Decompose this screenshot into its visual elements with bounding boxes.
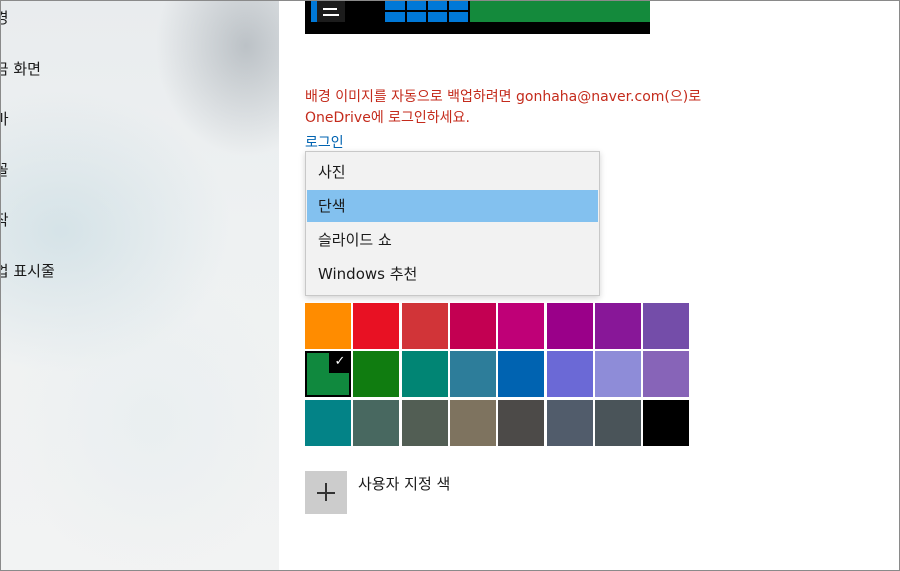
sidebar-item-label: 테마 — [1, 110, 9, 128]
color-swatch[interactable] — [498, 351, 545, 398]
background-preview — [305, 1, 650, 34]
color-swatch[interactable] — [643, 399, 690, 446]
color-swatch[interactable] — [449, 399, 496, 446]
color-swatch[interactable] — [401, 351, 448, 398]
background-type-dropdown: 사진 단색 슬라이드 쇼 Windows 추천 — [305, 151, 600, 296]
custom-color-button[interactable] — [305, 471, 347, 514]
sidebar-item-label: 시작 — [1, 211, 9, 229]
color-swatch[interactable] — [546, 351, 593, 398]
color-swatch[interactable] — [449, 351, 496, 398]
preview-accent-tile — [470, 1, 650, 22]
color-swatch[interactable] — [546, 399, 593, 446]
preview-tiles — [385, 1, 468, 22]
color-swatch[interactable] — [594, 303, 641, 349]
color-swatch[interactable] — [546, 303, 593, 349]
sidebar-item-lock-screen[interactable]: 잠금 화면 — [1, 58, 41, 79]
dropdown-option-windows-spotlight[interactable]: Windows 추천 — [307, 258, 598, 290]
onedrive-backup-warning: 배경 이미지를 자동으로 백업하려면 gonhaha@naver.com(으)로… — [305, 89, 702, 126]
sidebar-item-label: 글꼴 — [1, 161, 9, 179]
color-swatch[interactable] — [498, 399, 545, 446]
settings-window: 배경 잠금 화면 테마 글꼴 시작 작업 표시줄 — [0, 0, 900, 571]
dropdown-option-solid-color[interactable]: 단색 — [307, 190, 598, 222]
color-swatch[interactable]: ✓ — [305, 351, 351, 398]
dropdown-option-slideshow[interactable]: 슬라이드 쇼 — [307, 224, 598, 256]
custom-color-label[interactable]: 사용자 지정 색 — [358, 473, 450, 494]
color-swatch[interactable] — [449, 303, 496, 349]
color-swatch[interactable] — [353, 303, 400, 349]
checkmark-icon: ✓ — [329, 351, 351, 374]
sidebar-item-start[interactable]: 시작 — [1, 209, 9, 230]
color-swatch[interactable] — [498, 303, 545, 349]
color-swatch[interactable] — [401, 399, 448, 446]
color-swatch[interactable] — [594, 399, 641, 446]
settings-sidebar: 배경 잠금 화면 테마 글꼴 시작 작업 표시줄 — [1, 1, 279, 570]
color-swatch[interactable] — [643, 303, 690, 349]
color-swatch[interactable] — [594, 351, 641, 398]
color-swatch[interactable] — [643, 351, 690, 398]
color-swatch[interactable] — [305, 303, 351, 349]
sidebar-item-themes[interactable]: 테마 — [1, 108, 9, 129]
color-swatch[interactable] — [305, 399, 351, 446]
login-link[interactable]: 로그인 — [305, 132, 344, 152]
preview-menu-icon — [317, 1, 345, 22]
color-swatch[interactable] — [353, 399, 400, 446]
color-swatch[interactable] — [353, 351, 400, 398]
sidebar-item-label: 배경 — [1, 9, 9, 27]
sidebar-item-fonts[interactable]: 글꼴 — [1, 159, 9, 180]
sidebar-item-taskbar[interactable]: 작업 표시줄 — [1, 260, 55, 281]
sidebar-item-label: 잠금 화면 — [1, 60, 41, 78]
sidebar-item-label: 작업 표시줄 — [1, 262, 55, 280]
dropdown-option-picture[interactable]: 사진 — [307, 156, 598, 188]
sidebar-item-background[interactable]: 배경 — [1, 7, 9, 28]
color-swatch[interactable] — [401, 303, 448, 349]
